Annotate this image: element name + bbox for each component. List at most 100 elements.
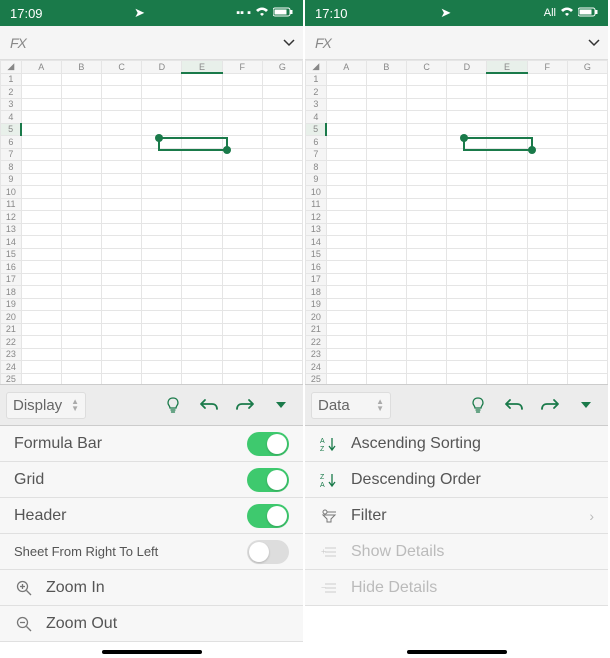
cell-D2[interactable] [447, 86, 487, 99]
cell-D9[interactable] [142, 173, 182, 186]
cell-F7[interactable] [222, 148, 262, 161]
cell-C17[interactable] [407, 273, 447, 286]
cell-E23[interactable] [182, 348, 222, 361]
cell-E4[interactable] [487, 111, 527, 124]
cell-A14[interactable] [21, 236, 61, 249]
row-header-22[interactable]: 22 [306, 336, 327, 349]
cell-D6[interactable] [447, 136, 487, 149]
cell-C8[interactable] [407, 161, 447, 174]
cell-D25[interactable] [447, 373, 487, 384]
hint-button[interactable] [462, 389, 494, 421]
row-header-16[interactable]: 16 [1, 261, 22, 274]
cell-A12[interactable] [326, 211, 366, 224]
cell-B18[interactable] [61, 286, 101, 299]
cell-G7[interactable] [567, 148, 607, 161]
cell-A16[interactable] [326, 261, 366, 274]
cell-E22[interactable] [487, 336, 527, 349]
zoom-in-button[interactable]: Zoom In [0, 570, 303, 606]
row-header-6[interactable]: 6 [1, 136, 22, 149]
cell-F18[interactable] [222, 286, 262, 299]
cell-F21[interactable] [222, 323, 262, 336]
col-header-D[interactable]: D [447, 61, 487, 74]
cell-C17[interactable] [102, 273, 142, 286]
cell-F1[interactable] [222, 73, 262, 86]
cell-D6[interactable] [142, 136, 182, 149]
cell-D10[interactable] [447, 186, 487, 199]
cell-A22[interactable] [21, 336, 61, 349]
cell-B9[interactable] [61, 173, 101, 186]
col-header-E[interactable]: E [182, 61, 222, 74]
cell-B5[interactable] [61, 123, 101, 136]
cell-F4[interactable] [527, 111, 567, 124]
cell-E1[interactable] [182, 73, 222, 86]
cell-G8[interactable] [567, 161, 607, 174]
row-header-19[interactable]: 19 [1, 298, 22, 311]
cell-B3[interactable] [61, 98, 101, 111]
cell-C11[interactable] [407, 198, 447, 211]
cell-F9[interactable] [222, 173, 262, 186]
cell-C1[interactable] [102, 73, 142, 86]
cell-B22[interactable] [61, 336, 101, 349]
cell-B9[interactable] [366, 173, 406, 186]
row-header-21[interactable]: 21 [1, 323, 22, 336]
cell-E10[interactable] [182, 186, 222, 199]
cell-C20[interactable] [102, 311, 142, 324]
cell-B2[interactable] [366, 86, 406, 99]
cell-F11[interactable] [222, 198, 262, 211]
cell-G9[interactable] [567, 173, 607, 186]
cell-C14[interactable] [407, 236, 447, 249]
cell-G14[interactable] [567, 236, 607, 249]
cell-C12[interactable] [102, 211, 142, 224]
cell-E5[interactable] [487, 123, 527, 136]
cell-F2[interactable] [527, 86, 567, 99]
cell-A18[interactable] [21, 286, 61, 299]
cell-B8[interactable] [61, 161, 101, 174]
chevron-down-icon[interactable] [283, 34, 295, 52]
cell-B14[interactable] [61, 236, 101, 249]
cell-F3[interactable] [222, 98, 262, 111]
cell-G13[interactable] [567, 223, 607, 236]
cell-D7[interactable] [142, 148, 182, 161]
cell-B10[interactable] [366, 186, 406, 199]
row-header-15[interactable]: 15 [1, 248, 22, 261]
cell-D9[interactable] [447, 173, 487, 186]
filter-button[interactable]: Filter › [305, 498, 608, 534]
cell-D8[interactable] [142, 161, 182, 174]
cell-D1[interactable] [142, 73, 182, 86]
cell-A20[interactable] [21, 311, 61, 324]
cell-B7[interactable] [61, 148, 101, 161]
cell-G3[interactable] [567, 98, 607, 111]
cell-A17[interactable] [21, 273, 61, 286]
cell-A1[interactable] [326, 73, 366, 86]
cell-G23[interactable] [262, 348, 302, 361]
row-header-3[interactable]: 3 [306, 98, 327, 111]
cell-E6[interactable] [487, 136, 527, 149]
cell-F14[interactable] [527, 236, 567, 249]
cell-A15[interactable] [21, 248, 61, 261]
row-header-22[interactable]: 22 [1, 336, 22, 349]
cell-B12[interactable] [366, 211, 406, 224]
cell-A15[interactable] [326, 248, 366, 261]
cell-F11[interactable] [527, 198, 567, 211]
toggle-switch[interactable] [247, 432, 289, 456]
cell-B22[interactable] [366, 336, 406, 349]
cell-F23[interactable] [527, 348, 567, 361]
cell-F22[interactable] [527, 336, 567, 349]
cell-E9[interactable] [487, 173, 527, 186]
cell-A22[interactable] [326, 336, 366, 349]
row-header-1[interactable]: 1 [1, 73, 22, 86]
cell-B20[interactable] [61, 311, 101, 324]
cell-F1[interactable] [527, 73, 567, 86]
cell-B12[interactable] [61, 211, 101, 224]
cell-G18[interactable] [262, 286, 302, 299]
cell-E18[interactable] [487, 286, 527, 299]
cell-A10[interactable] [21, 186, 61, 199]
cell-D18[interactable] [142, 286, 182, 299]
cell-C16[interactable] [407, 261, 447, 274]
grid-toggle-row[interactable]: Grid [0, 462, 303, 498]
cell-G12[interactable] [567, 211, 607, 224]
col-header-A[interactable]: A [21, 61, 61, 74]
cell-A23[interactable] [326, 348, 366, 361]
cell-B19[interactable] [366, 298, 406, 311]
cell-A13[interactable] [326, 223, 366, 236]
